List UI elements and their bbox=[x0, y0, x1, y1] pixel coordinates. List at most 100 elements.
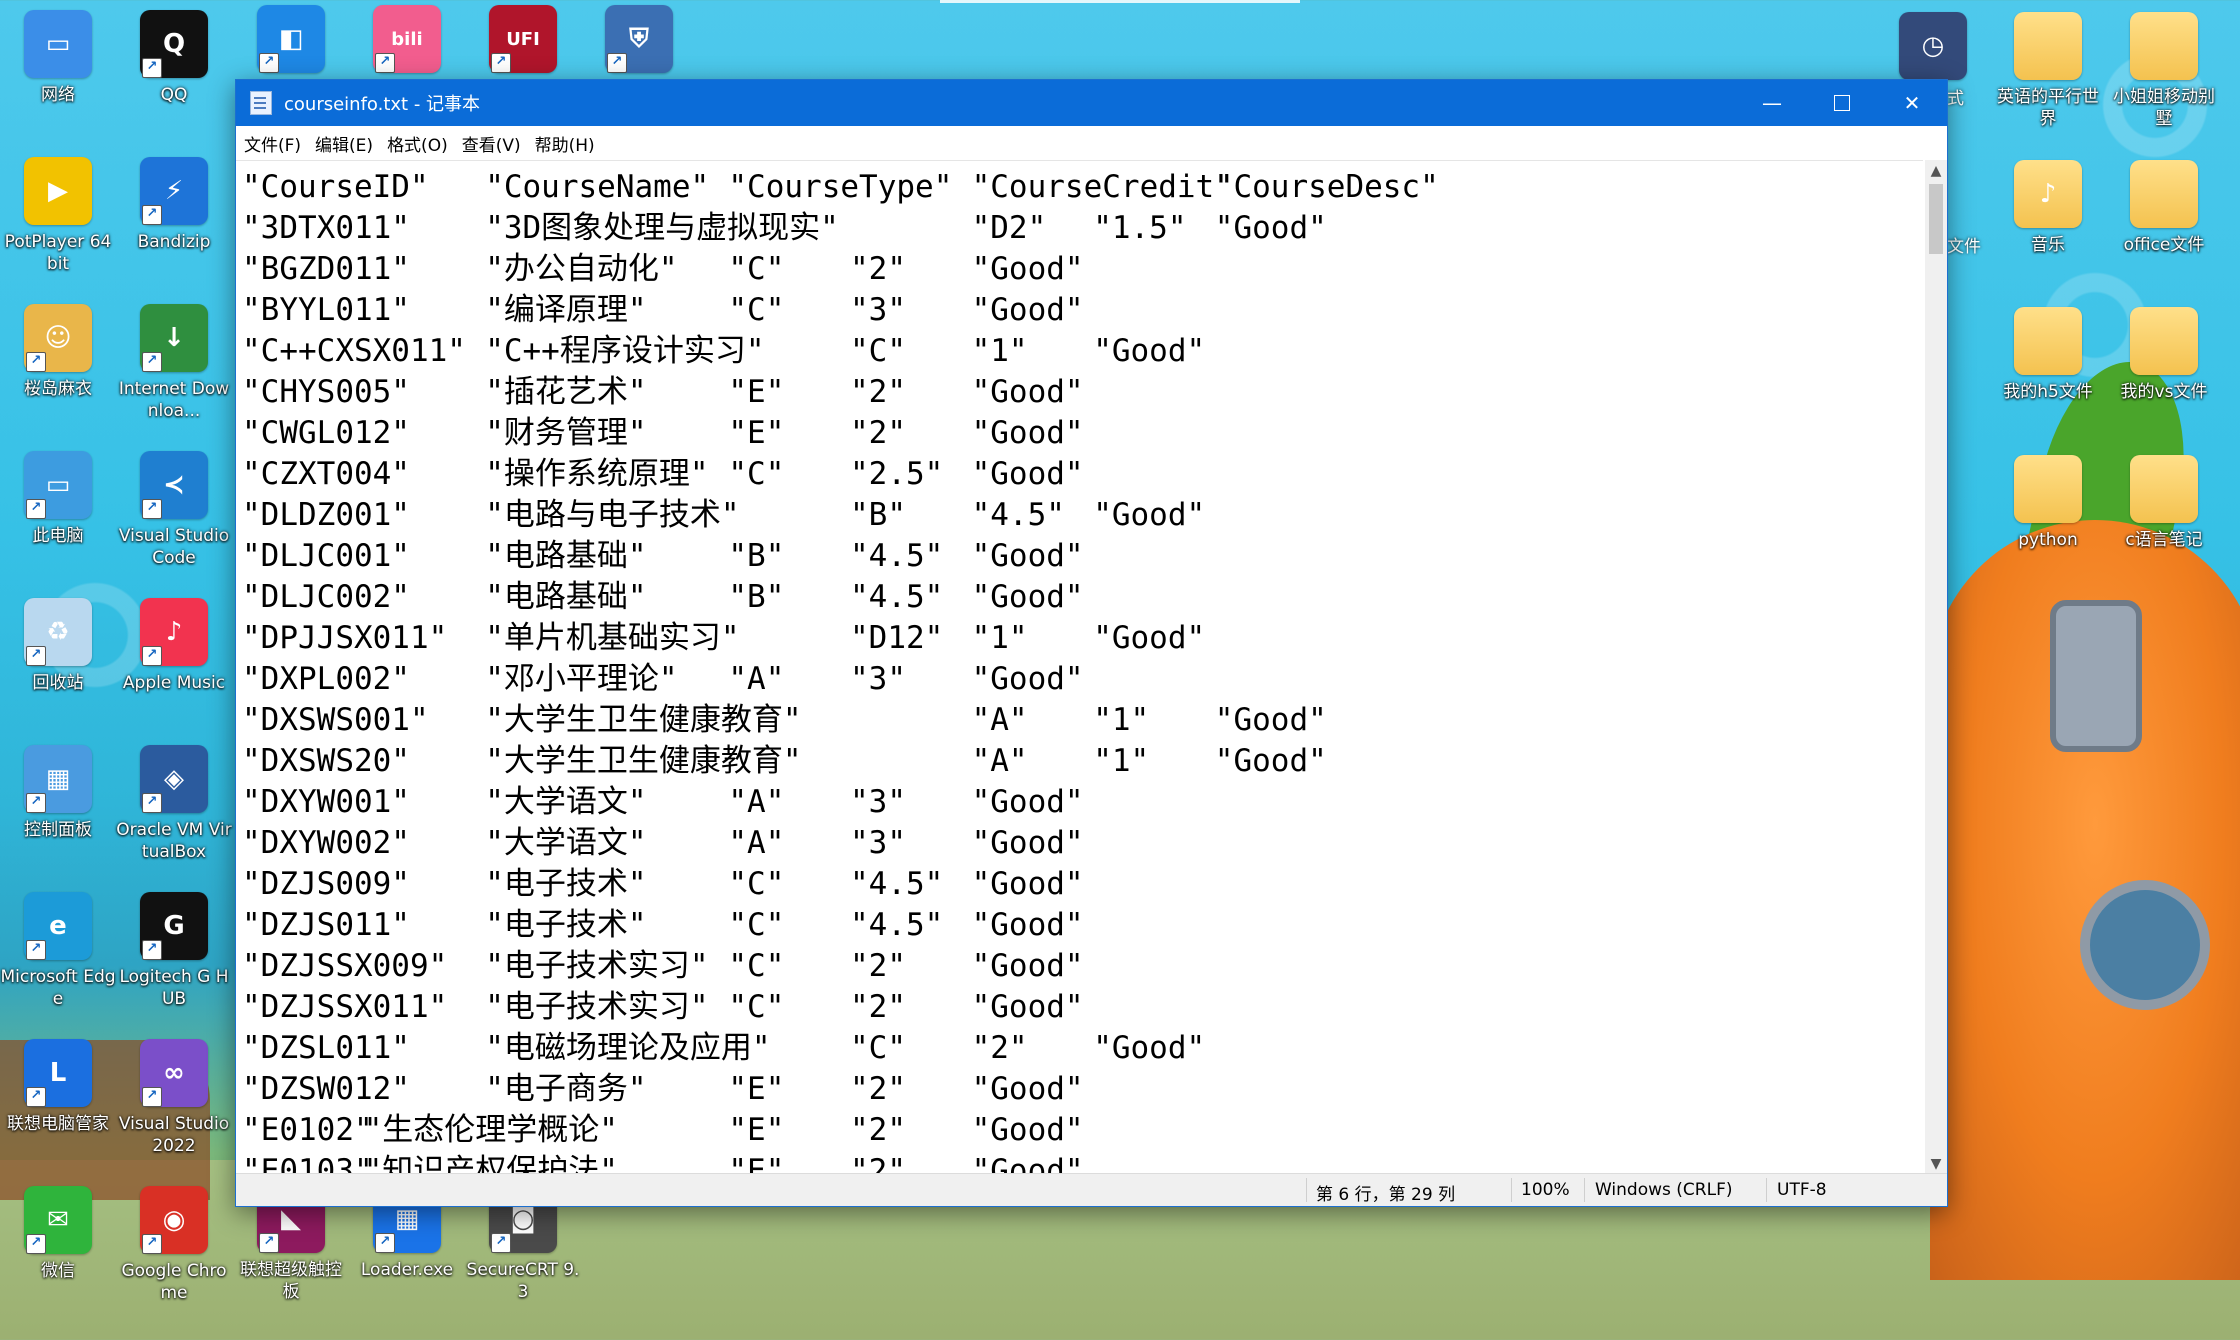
vscode-shortcut[interactable]: ≺ ↗ Visual Studio Code bbox=[116, 451, 232, 569]
app-tile-shortcut[interactable]: ◧ ↗ bbox=[233, 5, 349, 73]
text-cell: "Good" bbox=[1214, 702, 1327, 738]
text-cell: "CourseID" bbox=[242, 169, 429, 205]
text-cell: "Good" bbox=[1214, 210, 1327, 246]
menu-file[interactable]: 文件(F) bbox=[244, 131, 301, 156]
folder-c-notes-shortcut[interactable]: c语言笔记 bbox=[2106, 455, 2222, 551]
user-folder-icon: ☺ ↗ bbox=[24, 304, 92, 372]
text-cell: "Good" bbox=[971, 374, 1084, 410]
watch-app-shortcut[interactable]: ◷ bbox=[1875, 12, 1991, 80]
text-cell: "1.5" bbox=[1093, 210, 1187, 246]
text-cell: "Good" bbox=[971, 456, 1084, 492]
ufi-shortcut[interactable]: UFI ↗ bbox=[465, 5, 581, 73]
this-pc-shortcut[interactable]: ▭ ↗ 此电脑 bbox=[0, 451, 116, 547]
recycle-bin-shortcut[interactable]: ♻ ↗ 回收站 bbox=[0, 598, 116, 694]
text-cell: "2" bbox=[850, 989, 906, 1025]
menu-bar: 文件(F) 编辑(E) 格式(O) 查看(V) 帮助(H) bbox=[236, 126, 1947, 160]
text-cell: "电路基础" bbox=[485, 579, 647, 615]
text-cell: "DLDZ001" bbox=[242, 497, 410, 533]
folder-sister-icon bbox=[2130, 12, 2198, 80]
desktop-icon-label: PotPlayer 64 bit bbox=[4, 232, 112, 274]
title-bar[interactable]: courseinfo.txt - 记事本 — ✕ bbox=[236, 80, 1947, 126]
text-cell: "C" bbox=[728, 866, 785, 902]
text-cell: "DZSL011" bbox=[242, 1030, 410, 1066]
text-editor[interactable]: "CourseID" "CourseName" "CourseType" "Cours… bbox=[236, 160, 1923, 1176]
desktop-icon-label: 联想电脑管家 bbox=[7, 1114, 109, 1134]
shortcut-arrow-icon: ↗ bbox=[142, 1234, 162, 1254]
text-cell: "4.5" bbox=[971, 497, 1065, 533]
idm-shortcut[interactable]: ↓ ↗ Internet Downloa... bbox=[116, 304, 232, 422]
desktop-icon-label: SecureCRT 9.3 bbox=[466, 1260, 580, 1302]
text-line: "CWGL012" "财务管理" "E" "2" "Good" bbox=[242, 413, 1923, 454]
control-panel-shortcut[interactable]: ▦ ↗ 控制面板 bbox=[0, 745, 116, 841]
text-cell: "1" bbox=[1093, 743, 1150, 779]
text-cell: "Good" bbox=[971, 907, 1084, 943]
text-cell: "CourseType" bbox=[728, 169, 953, 205]
user-folder-shortcut[interactable]: ☺ ↗ 桜岛麻衣 bbox=[0, 304, 116, 400]
chrome-shortcut[interactable]: ◉ ↗ Google Chrome bbox=[116, 1186, 232, 1304]
menu-help[interactable]: 帮助(H) bbox=[535, 131, 595, 156]
bilibili-shortcut[interactable]: bili ↗ bbox=[349, 5, 465, 73]
folder-office-shortcut[interactable]: office文件 bbox=[2106, 160, 2222, 256]
vertical-scrollbar[interactable]: ▲ ▼ bbox=[1925, 160, 1947, 1175]
text-cell: "D2" bbox=[971, 210, 1047, 246]
partial-icon-label: 式 bbox=[1947, 89, 1964, 109]
text-cell: "2" bbox=[850, 374, 906, 410]
text-cell: "电子技术" bbox=[485, 866, 647, 902]
folder-python-shortcut[interactable]: python bbox=[1990, 455, 2106, 551]
wechat-icon: ✉ ↗ bbox=[24, 1186, 92, 1254]
apple-music-shortcut[interactable]: ♪ ↗ Apple Music bbox=[116, 598, 232, 694]
text-line: "C++CXSX011" "C++程序设计实习" "C" "1" "Good" bbox=[242, 331, 1923, 372]
folder-vs-shortcut[interactable]: 我的vs文件 bbox=[2106, 307, 2222, 403]
bandizip-icon: ⚡ ↗ bbox=[140, 157, 208, 225]
text-line: "DPJJSX011" "单片机基础实习" "D12" "1" "Good" bbox=[242, 618, 1923, 659]
desktop-icon-label: 回收站 bbox=[32, 673, 84, 693]
shortcut-arrow-icon: ↗ bbox=[607, 53, 627, 73]
potplayer-icon: ▶ bbox=[24, 157, 92, 225]
scroll-down-icon[interactable]: ▼ bbox=[1925, 1153, 1947, 1175]
qq-shortcut[interactable]: Q ↗ QQ bbox=[116, 10, 232, 106]
text-cell: "DXYW001" bbox=[242, 784, 410, 820]
menu-edit[interactable]: 编辑(E) bbox=[315, 131, 373, 156]
shield-app-shortcut[interactable]: ⛨ ↗ bbox=[581, 5, 697, 73]
scroll-thumb[interactable] bbox=[1929, 184, 1943, 254]
text-cell: "Good" bbox=[971, 538, 1084, 574]
network-shortcut[interactable]: ▭ 网络 bbox=[0, 10, 116, 106]
text-line: "DZSW012" "电子商务" "E" "2" "Good" bbox=[242, 1069, 1923, 1110]
visual-studio-shortcut[interactable]: ∞ ↗ Visual Studio 2022 bbox=[116, 1039, 232, 1157]
shortcut-arrow-icon: ↗ bbox=[491, 53, 511, 73]
shield-app-icon: ⛨ ↗ bbox=[605, 5, 673, 73]
scroll-up-icon[interactable]: ▲ bbox=[1925, 160, 1947, 182]
logitech-shortcut[interactable]: G ↗ Logitech G HUB bbox=[116, 892, 232, 1010]
text-line: "3DTX011" "3D图象处理与虚拟现实" "D2" "1.5" "Good" bbox=[242, 208, 1923, 249]
folder-sister-shortcut[interactable]: 小姐姐移动别墅 bbox=[2106, 12, 2222, 130]
minimize-button[interactable]: — bbox=[1737, 80, 1807, 126]
text-cell: "电子技术实习" bbox=[485, 989, 709, 1025]
edge-shortcut[interactable]: e ↗ Microsoft Edge bbox=[0, 892, 116, 1010]
text-cell: "2" bbox=[850, 251, 906, 287]
maximize-button[interactable] bbox=[1807, 80, 1877, 126]
close-button[interactable]: ✕ bbox=[1877, 80, 1947, 126]
text-cell: "3" bbox=[850, 784, 906, 820]
menu-format[interactable]: 格式(O) bbox=[387, 131, 448, 156]
text-cell: "Good" bbox=[971, 661, 1084, 697]
vscode-icon: ≺ ↗ bbox=[140, 451, 208, 519]
lenovo-manager-shortcut[interactable]: L ↗ 联想电脑管家 bbox=[0, 1039, 116, 1135]
folder-english-shortcut[interactable]: 英语的平行世界 bbox=[1990, 12, 2106, 130]
desktop-icon-label: 桜岛麻衣 bbox=[24, 379, 92, 399]
text-line: "DZJSSX009" "电子技术实习" "C" "2" "Good" bbox=[242, 946, 1923, 987]
text-cell: "大学语文" bbox=[485, 825, 647, 861]
wechat-shortcut[interactable]: ✉ ↗ 微信 bbox=[0, 1186, 116, 1282]
folder-music-shortcut[interactable]: ♪ 音乐 bbox=[1990, 160, 2106, 256]
menu-view[interactable]: 查看(V) bbox=[462, 131, 521, 156]
shortcut-arrow-icon: ↗ bbox=[26, 352, 46, 372]
potplayer-shortcut[interactable]: ▶ PotPlayer 64 bit bbox=[0, 157, 116, 275]
text-line: "DLDZ001" "电路与电子技术" "B" "4.5" "Good" bbox=[242, 495, 1923, 536]
bandizip-shortcut[interactable]: ⚡ ↗ Bandizip bbox=[116, 157, 232, 253]
text-cell: "A" bbox=[971, 702, 1028, 738]
desktop-icon-label: Internet Downloa... bbox=[118, 379, 230, 421]
notepad-window[interactable]: courseinfo.txt - 记事本 — ✕ 文件(F) 编辑(E) 格式(… bbox=[235, 79, 1948, 1207]
text-cell: "DZJSSX011" bbox=[242, 989, 448, 1025]
text-cell: "CWGL012" bbox=[242, 415, 410, 451]
virtualbox-shortcut[interactable]: ◈ ↗ Oracle VM VirtualBox bbox=[116, 745, 232, 863]
folder-h5-shortcut[interactable]: 我的h5文件 bbox=[1990, 307, 2106, 403]
